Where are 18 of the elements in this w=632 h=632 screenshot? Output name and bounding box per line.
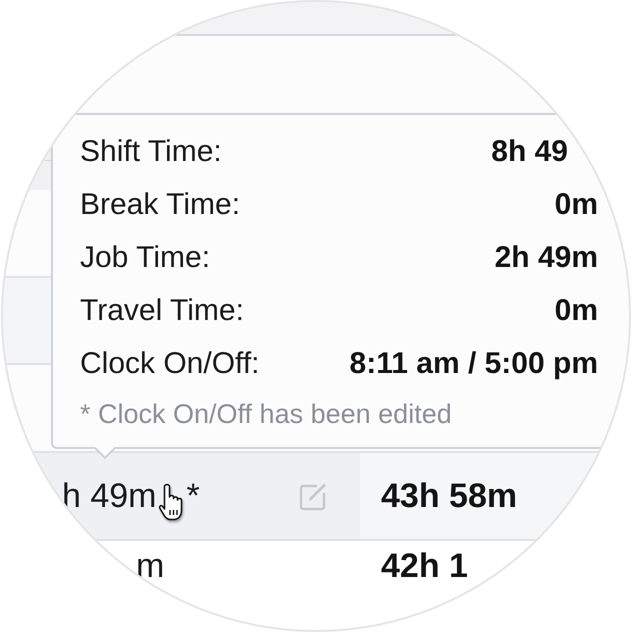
time-value: m xyxy=(136,546,164,586)
stat-label: Job Time: xyxy=(80,240,210,276)
total-time-value: 43h 58m xyxy=(381,476,518,516)
edited-marker: * xyxy=(186,476,200,516)
stat-label: Travel Time: xyxy=(80,292,244,328)
edit-icon[interactable] xyxy=(299,481,327,511)
edit-note: * Clock On/Off has been edited xyxy=(80,398,452,431)
stat-value: 0m xyxy=(554,186,598,222)
hand-cursor-icon xyxy=(158,483,186,521)
time-value: h 49m xyxy=(62,476,156,516)
stat-value: 2h 49m xyxy=(494,240,598,276)
total-time-value: 42h 1 xyxy=(381,546,468,586)
stat-label: Shift Time: xyxy=(80,134,222,170)
stat-label: Break Time: xyxy=(80,186,240,222)
stat-label: Clock On/Off: xyxy=(80,346,260,382)
stat-value: 8:11 am / 5:00 pm xyxy=(350,346,598,382)
stat-value: 0m xyxy=(554,292,598,328)
stat-value: 8h 49 xyxy=(491,134,568,170)
